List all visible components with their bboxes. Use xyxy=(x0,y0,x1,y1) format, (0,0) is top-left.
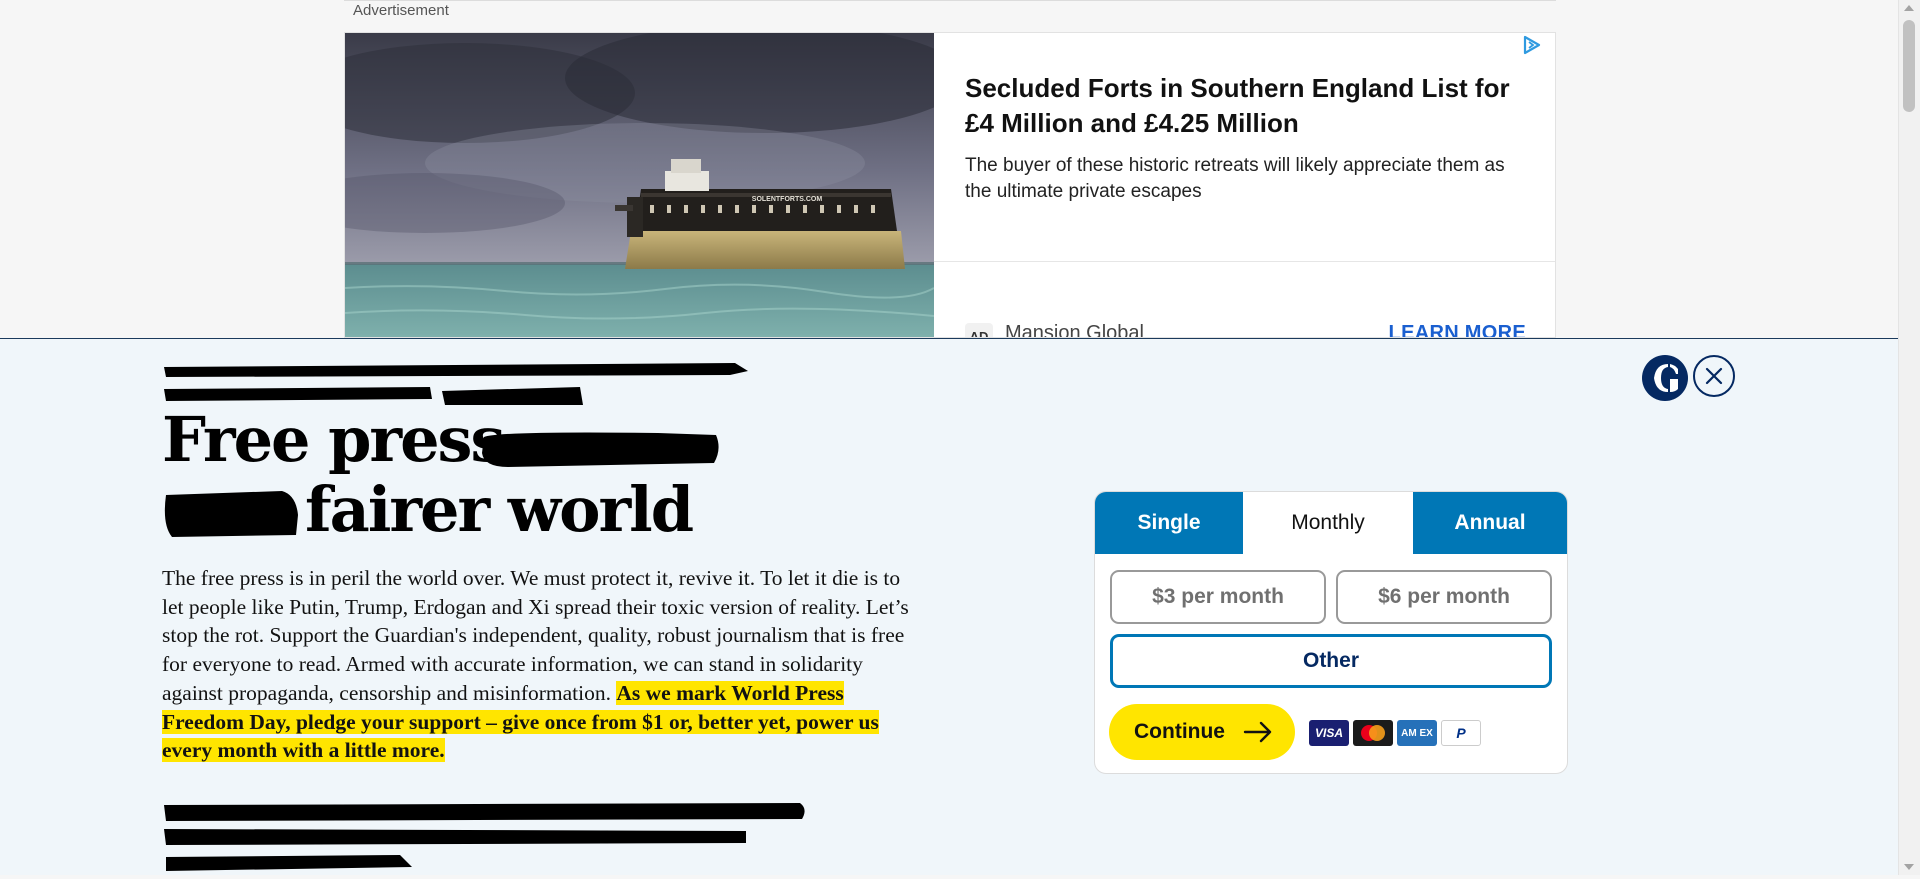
banner-body-copy: The free press is in peril the world ove… xyxy=(162,564,922,765)
adchoices-icon[interactable] xyxy=(1519,33,1543,57)
guardian-logo-icon xyxy=(1642,355,1688,401)
ad-learn-more-button[interactable]: LEARN MORE xyxy=(1389,322,1526,337)
continue-label: Continue xyxy=(1134,720,1225,743)
scroll-thumb[interactable] xyxy=(1903,20,1915,112)
ad-image-sea-fort[interactable]: SOLENTFORTS.COM xyxy=(345,33,934,338)
ad-headline[interactable]: Secluded Forts in Southern England List … xyxy=(965,71,1525,141)
ad-description: The buyer of these historic retreats wil… xyxy=(965,155,1505,202)
tab-single[interactable]: Single xyxy=(1095,492,1243,554)
redaction-scribble-bottom xyxy=(164,803,805,871)
paypal-icon: P xyxy=(1441,720,1481,746)
advertisement-region: Advertisement SOLENTFORTS.COM Secluded F… xyxy=(0,0,1898,338)
scroll-down-arrow-icon[interactable] xyxy=(1904,864,1914,870)
amount-option-3[interactable]: $3 per month xyxy=(1110,570,1326,624)
advertisement-label: Advertisement xyxy=(353,2,449,19)
scroll-up-arrow-icon[interactable] xyxy=(1904,5,1914,11)
close-banner-button[interactable] xyxy=(1693,355,1735,397)
banner-headline-line-2: fairer world xyxy=(305,473,694,546)
visa-icon: VISA xyxy=(1309,720,1349,746)
tab-annual[interactable]: Annual xyxy=(1413,492,1567,554)
page-scrollbar[interactable] xyxy=(1898,0,1920,875)
banner-headline: Free press fairer world xyxy=(162,403,694,546)
ad-card[interactable]: SOLENTFORTS.COM Secluded Forts in Southe… xyxy=(344,32,1556,338)
tab-monthly[interactable]: Monthly xyxy=(1243,492,1413,554)
amex-icon: AM EX xyxy=(1397,720,1437,746)
arrow-right-icon xyxy=(1243,721,1272,743)
continue-button[interactable]: Continue xyxy=(1109,704,1295,760)
banner-headline-line-1: Free press xyxy=(162,403,505,476)
contribution-banner: Free press fairer world The free press i… xyxy=(0,338,1898,875)
ad-divider xyxy=(934,261,1555,262)
ad-top-divider xyxy=(344,0,1556,1)
frequency-tabs: Single Monthly Annual xyxy=(1095,492,1567,554)
amount-option-other[interactable]: Other xyxy=(1110,634,1552,688)
ad-advertiser-name: Mansion Global xyxy=(1005,322,1144,338)
amount-option-6[interactable]: $6 per month xyxy=(1336,570,1552,624)
payment-methods: VISA AM EX P xyxy=(1309,720,1481,746)
close-icon xyxy=(1705,367,1723,385)
contribution-choice-card: Single Monthly Annual $3 per month $6 pe… xyxy=(1094,491,1568,774)
mastercard-icon xyxy=(1353,720,1393,746)
ad-image-caption: SOLENTFORTS.COM xyxy=(752,196,823,203)
ad-badge: AD xyxy=(965,323,993,337)
ad-text-block[interactable]: Secluded Forts in Southern England List … xyxy=(965,71,1525,205)
